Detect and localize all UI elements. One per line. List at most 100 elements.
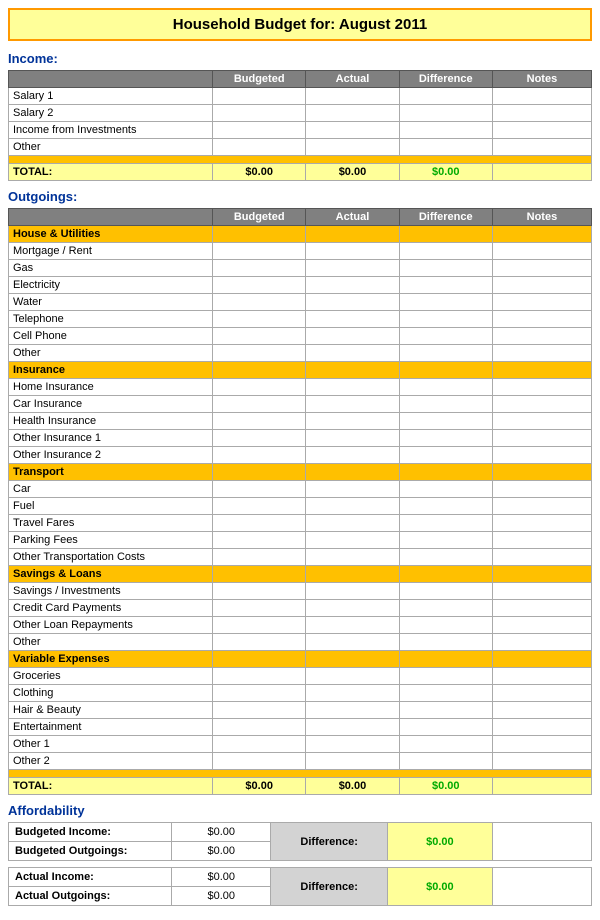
income-total-notes — [492, 164, 591, 181]
outgoings-row-budgeted — [213, 753, 306, 770]
outgoings-row-budgeted — [213, 379, 306, 396]
outgoings-row-difference — [399, 294, 492, 311]
income-row-difference — [399, 122, 492, 139]
outgoings-row-actual — [306, 311, 399, 328]
income-row-notes — [492, 105, 591, 122]
income-empty-row — [9, 156, 592, 164]
outgoings-row: Health Insurance — [9, 413, 592, 430]
outgoings-row-budgeted — [213, 413, 306, 430]
outgoings-row-label: Mortgage / Rent — [9, 243, 213, 260]
outgoings-row-actual — [306, 328, 399, 345]
outgoings-row-budgeted — [213, 549, 306, 566]
outgoings-row-budgeted — [213, 685, 306, 702]
outgoings-table: Budgeted Actual Difference Notes House &… — [8, 208, 592, 795]
outgoings-row-notes — [492, 498, 591, 515]
budgeted-diff-val: $0.00 — [387, 823, 492, 861]
outgoings-row-budgeted — [213, 702, 306, 719]
actual-outgoings-label: Actual Outgoings: — [9, 887, 172, 906]
outgoings-row-budgeted — [213, 345, 306, 362]
outgoings-row-actual — [306, 413, 399, 430]
outgoings-row-label: Other Insurance 2 — [9, 447, 213, 464]
budgeted-outgoings-val: $0.00 — [172, 842, 271, 861]
outgoings-row-difference — [399, 430, 492, 447]
outgoings-row: Entertainment — [9, 719, 592, 736]
outgoings-row-difference — [399, 549, 492, 566]
outgoings-total-notes — [492, 778, 591, 795]
outgoings-row-label: Water — [9, 294, 213, 311]
income-total-label: TOTAL: — [9, 164, 213, 181]
outgoings-row: Groceries — [9, 668, 592, 685]
outgoings-row-difference — [399, 413, 492, 430]
outgoings-row: Other Loan Repayments — [9, 617, 592, 634]
outgoings-row-budgeted — [213, 600, 306, 617]
outgoings-row-budgeted — [213, 396, 306, 413]
category-budgeted — [213, 566, 306, 583]
outgoings-row-actual — [306, 685, 399, 702]
outgoings-row-actual — [306, 260, 399, 277]
outgoings-total-row: TOTAL: $0.00 $0.00 $0.00 — [9, 778, 592, 795]
outgoings-row: Parking Fees — [9, 532, 592, 549]
outgoings-row-budgeted — [213, 736, 306, 753]
outgoings-category-header: Variable Expenses — [9, 651, 592, 668]
budgeted-income-label: Budgeted Income: — [9, 823, 172, 842]
outgoings-row-notes — [492, 328, 591, 345]
affordability-actual-row: Actual Income: $0.00 Difference: $0.00 — [9, 868, 592, 887]
outgoings-row-difference — [399, 532, 492, 549]
category-budgeted — [213, 362, 306, 379]
outgoings-row-label: Other Loan Repayments — [9, 617, 213, 634]
outgoings-row-notes — [492, 277, 591, 294]
outgoings-header-budgeted: Budgeted — [213, 209, 306, 226]
category-difference — [399, 464, 492, 481]
outgoings-row-notes — [492, 600, 591, 617]
outgoings-row-notes — [492, 260, 591, 277]
outgoings-row-difference — [399, 260, 492, 277]
budgeted-diff-label: Difference: — [271, 823, 388, 861]
outgoings-row-difference — [399, 583, 492, 600]
outgoings-row-difference — [399, 600, 492, 617]
outgoings-row-notes — [492, 430, 591, 447]
outgoings-row-budgeted — [213, 328, 306, 345]
income-total-difference: $0.00 — [399, 164, 492, 181]
outgoings-row-notes — [492, 736, 591, 753]
outgoings-row: Other — [9, 634, 592, 651]
outgoings-row-actual — [306, 549, 399, 566]
outgoings-row-budgeted — [213, 532, 306, 549]
outgoings-row-notes — [492, 583, 591, 600]
outgoings-row-budgeted — [213, 430, 306, 447]
actual-income-label: Actual Income: — [9, 868, 172, 887]
outgoings-category-header: Transport — [9, 464, 592, 481]
income-table: Budgeted Actual Difference Notes Salary … — [8, 70, 592, 181]
outgoings-row-difference — [399, 277, 492, 294]
income-row-notes — [492, 139, 591, 156]
outgoings-row: Mortgage / Rent — [9, 243, 592, 260]
outgoings-row-budgeted — [213, 634, 306, 651]
actual-diff-label: Difference: — [271, 868, 388, 906]
outgoings-row: Water — [9, 294, 592, 311]
income-row-difference — [399, 105, 492, 122]
category-budgeted — [213, 651, 306, 668]
category-name: Transport — [9, 464, 213, 481]
outgoings-category-header: Insurance — [9, 362, 592, 379]
outgoings-row-actual — [306, 736, 399, 753]
outgoings-row-label: Gas — [9, 260, 213, 277]
category-difference — [399, 362, 492, 379]
income-row-actual — [306, 139, 399, 156]
outgoings-row-difference — [399, 481, 492, 498]
category-difference — [399, 651, 492, 668]
income-row-budgeted — [213, 88, 306, 105]
outgoings-row: Car — [9, 481, 592, 498]
income-row-actual — [306, 122, 399, 139]
income-header-notes: Notes — [492, 71, 591, 88]
outgoings-row-label: Parking Fees — [9, 532, 213, 549]
outgoings-row-actual — [306, 447, 399, 464]
outgoings-section-title: Outgoings: — [8, 189, 592, 204]
outgoings-header-difference: Difference — [399, 209, 492, 226]
outgoings-row-notes — [492, 243, 591, 260]
category-notes — [492, 566, 591, 583]
actual-outgoings-val: $0.00 — [172, 887, 271, 906]
outgoings-row-actual — [306, 617, 399, 634]
outgoings-row-budgeted — [213, 498, 306, 515]
outgoings-row-budgeted — [213, 294, 306, 311]
outgoings-total-label: TOTAL: — [9, 778, 213, 795]
outgoings-row: Other 2 — [9, 753, 592, 770]
